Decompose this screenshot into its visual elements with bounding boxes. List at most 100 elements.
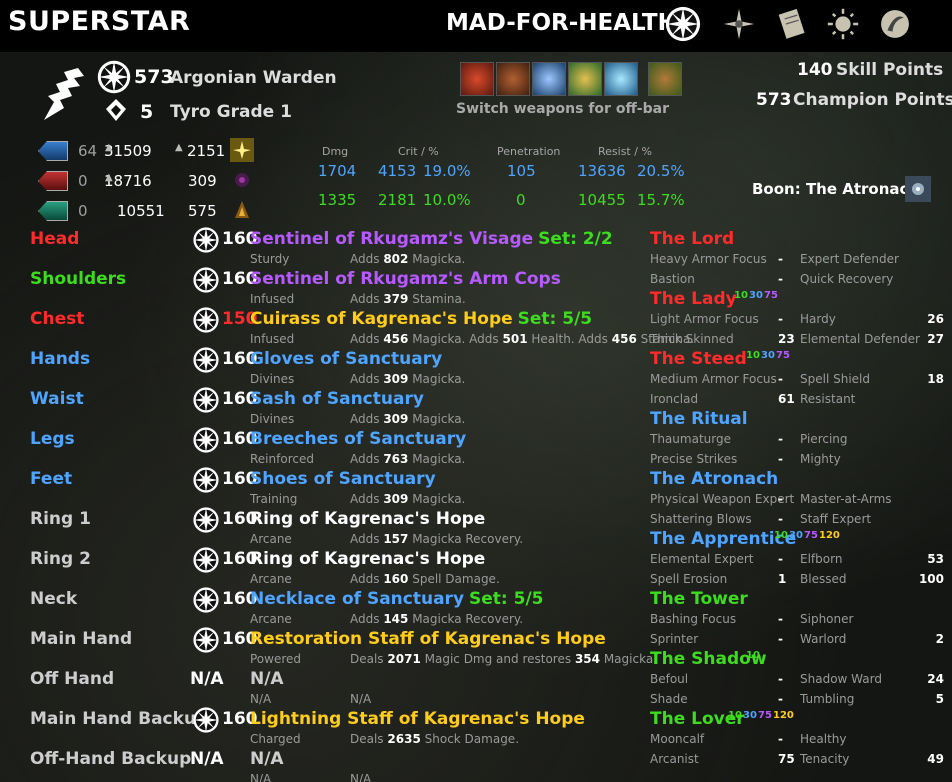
item-name[interactable]: Restoration Staff of Kagrenac's Hope [250,629,606,649]
item-enchant: Adds 309 Magicka. [350,412,465,426]
enchant-verb: Adds [350,572,380,586]
penetration-header: Penetration [497,145,561,158]
green-skill-icon [568,62,602,96]
crit-header: Crit / % [398,145,439,158]
champion-star-icon[interactable] [664,5,702,43]
star-name: Warlord [800,632,847,646]
item-name-text: Ring of Kagrenac's Hope [250,549,486,569]
item-enchant: Adds 802 Magicka. [350,252,465,266]
item-name[interactable]: Sentinel of Rkugamz's Visage Set: 2/2 [250,229,613,249]
item-name[interactable]: Sash of Sanctuary [250,389,424,409]
magicka-regen-icon [230,138,254,162]
spell-crit-pct: 19.0% [423,162,471,180]
set-count: Set: 2/2 [538,229,613,249]
milestone-marker: 75 [776,350,790,361]
champion-star-icon [192,306,220,334]
item-trait: N/A [250,692,272,706]
champion-star-icon [192,426,220,454]
star-name: Shattering Blows [650,512,752,526]
item-trait: Sturdy [250,252,290,266]
constellation-name[interactable]: The Steed [650,349,747,369]
enchant-text: Magic Dmg and restores [424,652,572,666]
champion-star-icon [192,626,220,654]
star-points: - [778,432,783,446]
item-name[interactable]: Sentinel of Rkugamz's Arm Cops [250,269,561,289]
star-name: Expert Defender [800,252,899,266]
constellation-name[interactable]: The Lady [650,289,737,309]
alliance-icon[interactable] [876,5,914,43]
item-name[interactable]: N/A [250,749,284,769]
enchant-verb: Adds [350,412,380,426]
star-points: - [778,252,783,266]
character-level: 573 [134,66,174,88]
item-name[interactable]: N/A [250,669,284,689]
rank-title: Tyro Grade 1 [170,102,292,122]
gear-slot-label: Head [30,229,80,249]
item-enchant: N/A [350,772,371,782]
enchant-text: Magicka. [412,452,466,466]
star-name: Shadow Ward [800,672,882,686]
star-name: Tumbling [800,692,855,706]
gear-slot-label: Ring 1 [30,509,91,529]
item-enchant: Adds 145 Magicka Recovery. [350,612,523,626]
star-points: - [778,272,783,286]
constellation-name[interactable]: The Tower [650,589,748,609]
enchant-value: 763 [383,452,409,466]
star-points: 49 [927,752,944,766]
enchant-value: 309 [383,412,409,426]
spell-damage: 1704 [318,162,357,180]
stamina-regen: 575 [188,202,217,220]
mundus-stone-icon[interactable] [905,176,931,202]
item-enchant: Adds 379 Stamina. [350,292,466,306]
alliance-rank-icon [106,99,126,121]
sun-icon[interactable] [824,5,862,43]
health-points: 0 [78,172,88,190]
item-name[interactable]: Cuirass of Kagrenac's Hope Set: 5/5 [250,309,592,329]
star-points: 100 [918,572,944,586]
enchant-value: 157 [383,532,409,546]
item-enchant: Adds 157 Magicka Recovery. [350,532,523,546]
gear-slot-label: Shoulders [30,269,127,289]
enchant-verb: N/A [350,772,372,782]
milestone-marker: 10 [774,530,788,541]
skill-points-label: Skill Points [836,60,944,80]
item-name[interactable]: Necklace of Sanctuary Set: 5/5 [250,589,544,609]
item-name-text: Shoes of Sanctuary [250,469,436,489]
star-name: Blessed [800,572,847,586]
up-arrow-icon: ▲ [105,172,113,183]
item-name-text: Necklace of Sanctuary [250,589,465,609]
gear-slot-label: Ring 2 [30,549,91,569]
constellation-name[interactable]: The Lord [650,229,734,249]
enchant-value: 160 [383,572,409,586]
item-name[interactable]: Lightning Staff of Kagrenac's Hope [250,709,585,729]
star-name: Bastion [650,272,695,286]
milestone-marker: 10 [734,290,748,301]
item-name-text: Lightning Staff of Kagrenac's Hope [250,709,585,729]
item-name[interactable]: Gloves of Sanctuary [250,349,442,369]
spell-crit: 4153 [378,162,417,180]
enchant-text: Magicka. Adds [412,332,499,346]
scroll-icon[interactable] [772,5,810,43]
star-points: - [778,692,783,706]
gear-slot-label: Feet [30,469,73,489]
item-name[interactable]: Ring of Kagrenac's Hope [250,549,485,569]
star-name: Thaumaturge [650,432,731,446]
milestone-marker: 10 [728,710,742,721]
star-points: - [778,492,783,506]
constellation-name[interactable]: The Atronach [650,469,778,489]
compass-icon[interactable] [720,5,758,43]
constellation-name[interactable]: The Ritual [650,409,748,429]
magicka-regen: 2151 [187,142,226,160]
item-name[interactable]: Shoes of Sanctuary [250,469,436,489]
star-name: Master-at-Arms [800,492,892,506]
milestone-marker: 30 [749,290,763,301]
item-name[interactable]: Ring of Kagrenac's Hope [250,509,485,529]
alliance-rank: 5 [140,101,154,123]
enchant-verb: Adds [350,292,380,306]
milestone-marker: 30 [743,710,757,721]
star-points: - [778,372,783,386]
star-points: 1 [778,572,787,586]
item-name[interactable]: Breeches of Sanctuary [250,429,466,449]
gear-slot-label: Neck [30,589,78,609]
star-points: - [778,312,783,326]
